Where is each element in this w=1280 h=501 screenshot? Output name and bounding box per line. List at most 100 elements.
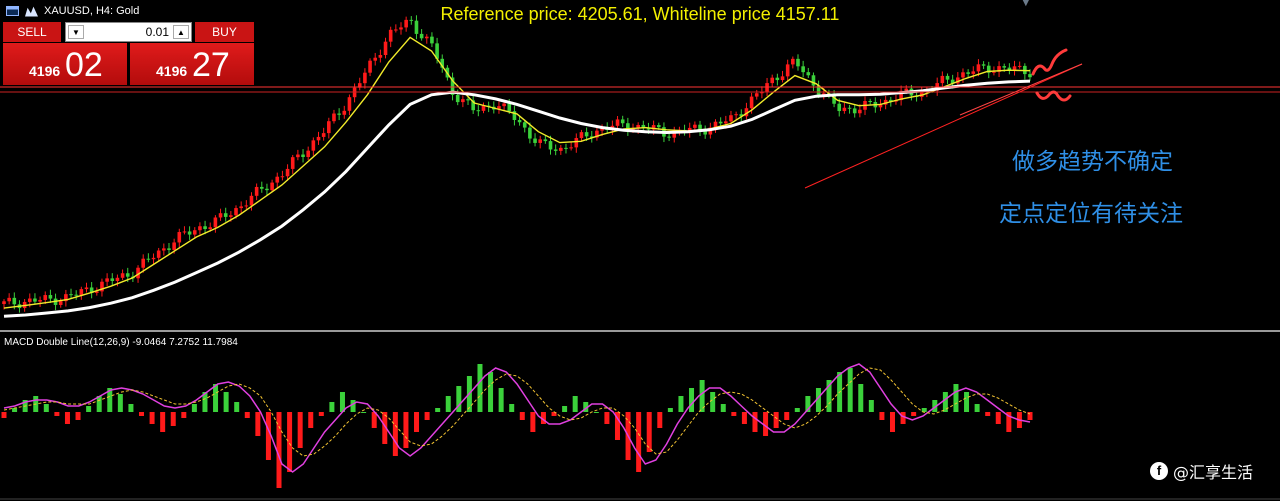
candle-body: [466, 99, 470, 101]
candle-body: [791, 58, 795, 65]
candle-body: [394, 29, 398, 31]
candle-body: [167, 248, 171, 250]
candle-body: [507, 103, 512, 112]
candle-body: [564, 147, 568, 149]
candle-body: [940, 75, 945, 84]
candle-body: [667, 136, 671, 138]
sell-price-box[interactable]: 4196 02: [3, 43, 127, 85]
lot-value[interactable]: 0.01: [146, 25, 169, 39]
candle-body: [430, 36, 434, 44]
candle-body: [337, 113, 341, 115]
candle-body: [172, 242, 176, 250]
macd-histogram-bar: [234, 402, 240, 412]
candle-body: [517, 120, 522, 123]
macd-histogram-bar: [519, 412, 525, 420]
candle-body: [961, 72, 965, 78]
candle-body: [265, 188, 269, 191]
candle-body: [718, 121, 723, 124]
macd-histogram-bar: [720, 404, 726, 412]
candle-body: [656, 125, 661, 128]
macd-histogram-bar: [689, 388, 695, 412]
candle-body: [208, 227, 213, 230]
buy-price-box[interactable]: 4196 27: [130, 43, 254, 85]
candle-body: [620, 119, 625, 124]
candle-body: [533, 138, 537, 143]
candle-body: [724, 121, 728, 124]
candle-body: [852, 108, 857, 114]
macd-histogram-bar: [773, 412, 779, 428]
candle-body: [749, 96, 754, 109]
macd-indicator-label: MACD Double Line(12,26,9) -9.0464 7.2752…: [4, 337, 238, 348]
macd-histogram-bar: [530, 412, 536, 432]
candle-body: [770, 77, 775, 84]
candle-body: [574, 138, 579, 148]
candle-body: [296, 154, 300, 158]
macd-histogram-bar: [593, 412, 599, 413]
macd-histogram-bar: [964, 392, 970, 412]
candle-body: [419, 33, 424, 39]
candle-body: [363, 72, 367, 84]
macd-histogram-bar: [889, 412, 895, 432]
macd-histogram-bar: [604, 412, 610, 424]
candle-body: [806, 72, 811, 76]
buy-button[interactable]: BUY: [195, 22, 254, 42]
candle-body: [945, 75, 950, 80]
candle-body: [74, 294, 78, 296]
candle-body: [105, 278, 109, 282]
candle-body: [729, 115, 733, 122]
macd-histogram-bar: [974, 404, 980, 412]
candle-body: [270, 182, 274, 191]
buy-price-small: 4196: [156, 63, 188, 79]
candle-body: [162, 248, 166, 251]
lot-increase-icon[interactable]: ▲: [173, 25, 189, 39]
candle-body: [373, 57, 378, 61]
candle-body: [553, 149, 558, 151]
candle-body: [966, 72, 970, 74]
candle-body: [33, 298, 37, 302]
sell-button[interactable]: SELL: [3, 22, 61, 42]
candle-body: [223, 213, 228, 217]
candle-body: [383, 41, 388, 56]
candle-body: [115, 277, 120, 281]
annotation-line-2: 定点定位有待关注: [999, 201, 1183, 227]
macd-histogram-bar: [879, 412, 885, 420]
candle-body: [182, 231, 187, 233]
candle-body: [110, 278, 115, 281]
macd-histogram-bar: [477, 364, 483, 412]
candle-body: [306, 150, 310, 157]
candle-body: [146, 258, 151, 260]
macd-histogram-bar: [847, 368, 853, 412]
candle-body: [43, 295, 48, 300]
lot-dropdown-icon[interactable]: ▼: [68, 25, 84, 39]
macd-histogram-bar: [265, 412, 271, 460]
candle-body: [229, 215, 233, 217]
candle-body: [388, 29, 393, 42]
watermark: f @汇享生活: [1150, 459, 1253, 483]
macd-histogram-bar: [64, 412, 70, 424]
macd-histogram-bar: [509, 404, 515, 412]
candle-body: [1002, 66, 1007, 68]
macd-histogram-bar: [191, 404, 197, 412]
macd-histogram-bar: [86, 406, 92, 412]
macd-histogram-bar: [562, 406, 568, 412]
candle-body: [522, 122, 527, 128]
macd-histogram-bar: [255, 412, 261, 436]
macd-histogram-bar: [784, 412, 790, 420]
watermark-text: @汇享生活: [1173, 463, 1254, 482]
candle-body: [868, 101, 872, 103]
candle-body: [38, 299, 42, 302]
candle-body: [280, 176, 285, 178]
candle-body: [125, 273, 130, 277]
macd-histogram-bar: [403, 412, 409, 448]
candle-body: [796, 58, 800, 67]
candle-body: [842, 107, 847, 112]
candle-body: [693, 124, 697, 128]
macd-histogram-bar: [308, 412, 314, 428]
candle-body: [1017, 65, 1022, 67]
candle-body: [275, 176, 280, 183]
macd-histogram-bar: [361, 412, 367, 413]
candle-body: [156, 250, 161, 258]
lot-size-field[interactable]: ▼ 0.01 ▲: [65, 22, 192, 42]
buy-price-big: 27: [192, 46, 230, 84]
macd-histogram-bar: [297, 412, 303, 448]
